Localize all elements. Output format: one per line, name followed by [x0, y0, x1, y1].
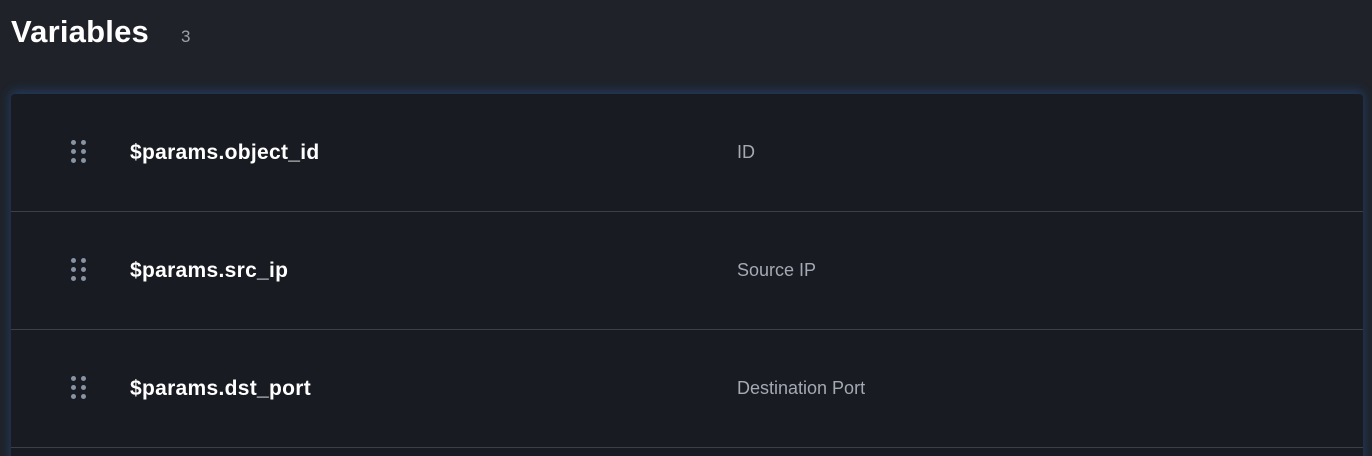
page-title: Variables — [11, 14, 149, 49]
variable-row[interactable]: $params.object_id ID — [11, 94, 1363, 212]
variables-header: Variables 3 — [11, 14, 190, 50]
variable-name: $params.object_id — [130, 140, 320, 164]
variable-label: ID — [737, 142, 755, 162]
variables-page: Variables 3 $params.object_id ID $params… — [0, 0, 1372, 456]
variables-list: $params.object_id ID $params.src_ip Sour… — [11, 94, 1363, 456]
variable-label: Source IP — [737, 260, 817, 280]
drag-handle-icon[interactable] — [71, 139, 87, 166]
drag-handle-icon[interactable] — [71, 375, 87, 402]
drag-handle-icon[interactable] — [71, 257, 87, 284]
variables-count: 3 — [180, 27, 191, 46]
variable-label: Destination Port — [737, 378, 866, 398]
variable-row[interactable]: $params.src_ip Source IP — [11, 212, 1363, 330]
variable-row[interactable]: $params.dst_port Destination Port — [11, 330, 1363, 448]
variable-name: $params.dst_port — [130, 376, 312, 400]
variable-name: $params.src_ip — [130, 258, 289, 282]
